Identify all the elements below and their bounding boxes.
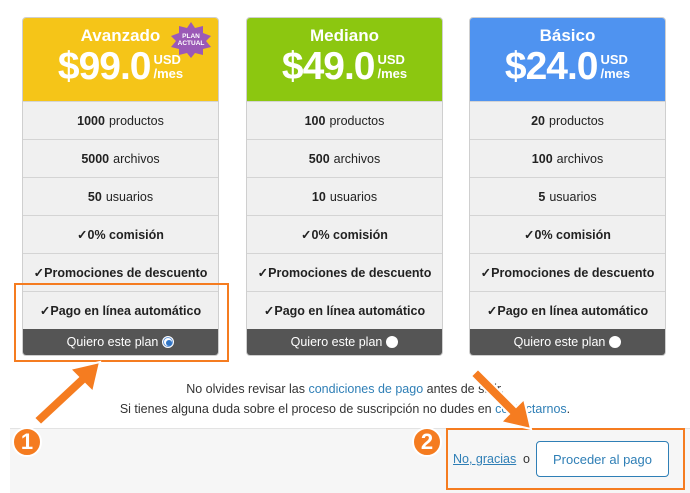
arrow-up-right-icon: [32, 360, 102, 427]
step-2-badge: 2: [412, 427, 442, 457]
step-1-badge: 1: [12, 427, 42, 457]
arrow-down-right-icon: [469, 367, 533, 431]
annotation-arrows: [32, 360, 533, 431]
